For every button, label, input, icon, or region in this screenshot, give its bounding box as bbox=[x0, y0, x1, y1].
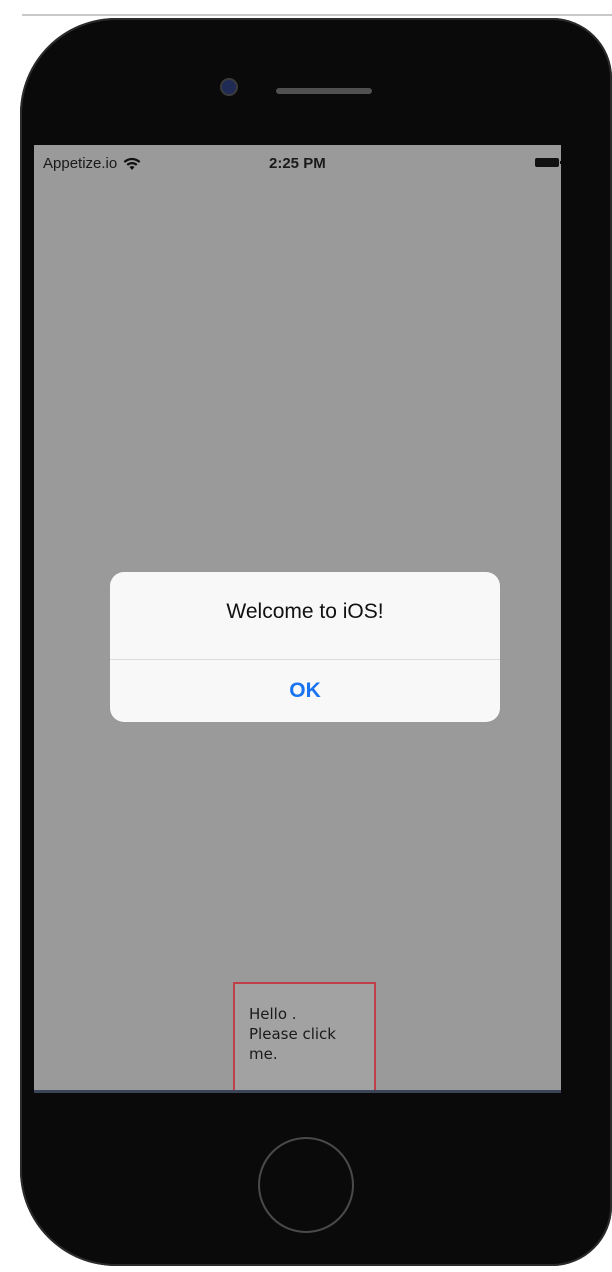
carrier-group: Appetize.io bbox=[43, 155, 141, 172]
device-screen: Appetize.io 2:25 PM Welcome to iOS! OK H… bbox=[34, 145, 561, 1091]
alert-title: Welcome to iOS! bbox=[226, 600, 384, 623]
ok-button[interactable]: OK bbox=[110, 660, 500, 722]
alert-dialog: Welcome to iOS! OK bbox=[110, 572, 500, 722]
battery-icon bbox=[535, 158, 561, 167]
status-time: 2:25 PM bbox=[269, 155, 326, 172]
camera-icon bbox=[222, 80, 236, 94]
status-bar: Appetize.io 2:25 PM bbox=[34, 145, 561, 179]
top-divider bbox=[22, 14, 612, 16]
hello-button[interactable]: Hello . Please click me. bbox=[233, 982, 376, 1091]
wifi-icon bbox=[123, 157, 141, 171]
carrier-label: Appetize.io bbox=[43, 155, 118, 172]
home-button[interactable] bbox=[258, 1137, 354, 1233]
speaker-grille-icon bbox=[276, 88, 372, 94]
hello-label: Hello . Please click me. bbox=[249, 1005, 336, 1063]
page: Appetize.io 2:25 PM Welcome to iOS! OK H… bbox=[0, 0, 612, 1272]
screen-bottom-edge bbox=[34, 1090, 561, 1093]
